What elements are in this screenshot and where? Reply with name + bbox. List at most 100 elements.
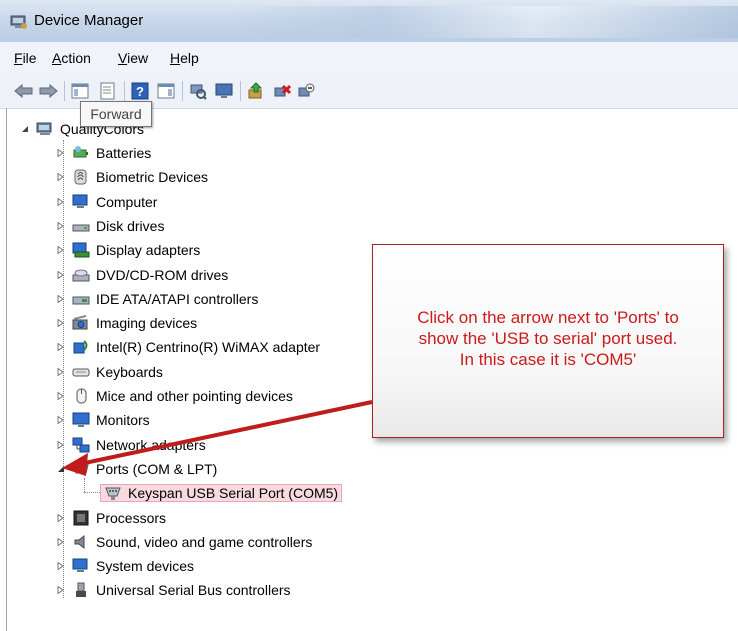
tree-item-label: Universal Serial Bus controllers	[96, 582, 291, 598]
uninstall-device-icon[interactable]	[272, 81, 292, 101]
expand-arrow-icon[interactable]	[56, 318, 66, 328]
tree-category-item[interactable]: Biometric Devices	[56, 166, 208, 188]
tree-category-item[interactable]: DVD/CD-ROM drives	[56, 264, 228, 286]
tree-item-content: Batteries	[72, 145, 151, 161]
expand-arrow-icon[interactable]	[56, 440, 66, 450]
battery-icon	[72, 145, 90, 161]
expand-arrow-icon[interactable]	[56, 391, 66, 401]
disable-device-icon[interactable]	[296, 81, 316, 101]
tree-item-label: Intel(R) Centrino(R) WiMAX adapter	[96, 339, 321, 355]
tree-category-item[interactable]: Keyboards	[56, 361, 163, 383]
usb-icon	[72, 582, 90, 598]
toolbar-separator	[240, 81, 241, 101]
expand-arrow-icon[interactable]	[56, 415, 66, 425]
speaker-icon	[72, 534, 90, 550]
expand-arrow-icon[interactable]	[56, 367, 66, 377]
tree-category-item[interactable]: Ports (COM & LPT)	[56, 458, 217, 480]
tree-category-item[interactable]: Batteries	[56, 142, 151, 164]
title-bar-glass	[230, 6, 738, 38]
menu-help[interactable]: Help	[170, 50, 199, 66]
tree-item-content: Universal Serial Bus controllers	[72, 582, 291, 598]
tree-category-item[interactable]: Universal Serial Bus controllers	[56, 579, 291, 601]
tree-item-content: Ports (COM & LPT)	[72, 461, 217, 477]
expand-arrow-icon[interactable]	[56, 342, 66, 352]
forward-tooltip: Forward	[80, 101, 152, 127]
monitor-settings-icon[interactable]	[214, 81, 234, 101]
tree-item-label: System devices	[96, 558, 195, 574]
monitor-icon	[72, 412, 90, 428]
tree-item-label: Mice and other pointing devices	[96, 388, 293, 404]
expand-arrow-icon[interactable]	[56, 294, 66, 304]
tree-item-label: Ports (COM & LPT)	[96, 461, 218, 477]
expand-arrow-icon[interactable]	[56, 172, 66, 182]
callout-line: In this case it is 'COM5'	[459, 350, 637, 369]
scan-hardware-icon[interactable]	[188, 81, 208, 101]
tree-item-label: Batteries	[96, 145, 152, 161]
callout-line: show the 'USB to serial' port used.	[418, 329, 678, 348]
title-bar: Device Manager	[0, 0, 738, 42]
tree-category-item[interactable]: Sound, video and game controllers	[56, 531, 312, 553]
tree-item-content: Biometric Devices	[72, 169, 208, 185]
menu-view[interactable]: View	[118, 50, 148, 66]
tree-item-label: Display adapters	[96, 242, 201, 258]
expand-arrow-icon[interactable]	[56, 585, 66, 595]
tree-category-item[interactable]: Monitors	[56, 409, 150, 431]
expand-arrow-icon[interactable]	[56, 561, 66, 571]
menu-file[interactable]: File	[14, 50, 37, 66]
back-arrow-icon[interactable]	[14, 81, 34, 101]
tree-item-label: Network adapters	[96, 437, 206, 453]
help-icon[interactable]: ?	[130, 81, 150, 101]
tree-category-item[interactable]: IDE ATA/ATAPI controllers	[56, 288, 258, 310]
expand-arrow-icon[interactable]	[56, 245, 66, 255]
expand-arrow-icon[interactable]	[56, 148, 66, 158]
tree-item-content: Network adapters	[72, 437, 206, 453]
tree-item-label: Processors	[96, 510, 167, 526]
expand-arrow-icon[interactable]	[56, 513, 66, 523]
tree-category-item[interactable]: Intel(R) Centrino(R) WiMAX adapter	[56, 336, 320, 358]
tree-category-item[interactable]: Mice and other pointing devices	[56, 385, 293, 407]
expand-arrow-icon[interactable]	[56, 221, 66, 231]
device-manager-icon	[10, 14, 28, 30]
tree-item-label: Disk drives	[96, 218, 165, 234]
update-driver-icon[interactable]	[246, 81, 266, 101]
forward-arrow-icon[interactable]	[38, 81, 58, 101]
tree-item-content: Intel(R) Centrino(R) WiMAX adapter	[72, 339, 320, 355]
tree-category-item[interactable]: Network adapters	[56, 434, 206, 456]
action-pane-icon[interactable]	[156, 81, 176, 101]
toolbar-separator	[182, 81, 183, 101]
tree-item-content: Keyboards	[72, 364, 163, 380]
callout-line: Click on the arrow next to 'Ports' to	[417, 308, 679, 327]
tree-category-item[interactable]: Display adapters	[56, 239, 200, 261]
expand-arrow-icon[interactable]	[56, 197, 66, 207]
dvd-drive-icon	[72, 267, 90, 283]
tree-item-label: Keyboards	[96, 364, 163, 380]
tree-category-item[interactable]: Processors	[56, 507, 166, 529]
tree-item-content: DVD/CD-ROM drives	[72, 267, 228, 283]
collapse-arrow-icon[interactable]	[56, 464, 66, 474]
tree-item-content: Processors	[72, 510, 166, 526]
menu-action[interactable]: Action	[52, 50, 91, 66]
tree-item-label: IDE ATA/ATAPI controllers	[96, 291, 259, 307]
collapse-arrow-icon[interactable]	[20, 124, 30, 134]
expand-arrow-icon[interactable]	[56, 270, 66, 280]
ide-controller-icon	[72, 291, 90, 307]
tree-category-item[interactable]: Computer	[56, 191, 157, 213]
tree-category-item[interactable]: System devices	[56, 555, 194, 577]
tree-child-item[interactable]: Keyspan USB Serial Port (COM5)	[100, 482, 343, 504]
tree-category-item[interactable]: Imaging devices	[56, 312, 197, 334]
tree-item-label: Biometric Devices	[96, 169, 209, 185]
expand-arrow-icon[interactable]	[56, 537, 66, 547]
tree-item-content: IDE ATA/ATAPI controllers	[72, 291, 258, 307]
computer-icon	[36, 121, 54, 137]
tree-item-label: Keyspan USB Serial Port (COM5)	[128, 485, 339, 501]
tree-item-content: Imaging devices	[72, 315, 197, 331]
properties-sheet-icon[interactable]	[98, 81, 118, 101]
wimax-icon	[72, 339, 90, 355]
menu-bar: File Action View Help	[0, 42, 738, 75]
tree-category-item[interactable]: Disk drives	[56, 215, 164, 237]
callout-box: Click on the arrow next to 'Ports' to sh…	[372, 244, 724, 438]
tree-item-label: Monitors	[96, 412, 150, 428]
show-hide-console-tree-icon[interactable]	[70, 81, 90, 101]
tree-item-content: Monitors	[72, 412, 150, 428]
svg-text:?: ?	[136, 84, 144, 99]
